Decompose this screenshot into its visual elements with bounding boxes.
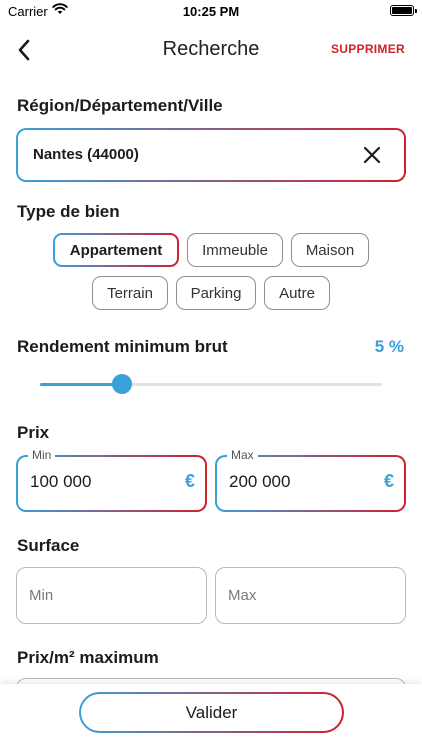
- price-min-legend: Min: [28, 448, 56, 462]
- yield-slider[interactable]: [40, 372, 382, 396]
- price-max-value: 200 000: [229, 472, 291, 491]
- delete-button[interactable]: SUPPRIMER: [331, 42, 405, 56]
- property-type-chip-immeuble[interactable]: Immeuble: [187, 233, 283, 267]
- euro-icon: €: [383, 471, 394, 491]
- price-label: Prix: [17, 423, 50, 442]
- location-label: Région/Département/Ville: [17, 96, 223, 115]
- status-bar: Carrier 10:25 PM: [0, 0, 422, 22]
- property-type-chip-appartement[interactable]: Appartement: [53, 233, 179, 267]
- location-field[interactable]: Nantes (44000): [16, 128, 406, 182]
- slider-track-fill: [40, 383, 122, 386]
- price-max-field[interactable]: Max 200 000 €: [215, 448, 406, 512]
- price-min-value: 100 000: [30, 472, 92, 491]
- property-type-chip-parking[interactable]: Parking: [176, 276, 256, 310]
- bottom-bar: Valider: [0, 684, 422, 750]
- navigation-bar: Recherche SUPPRIMER: [0, 30, 422, 70]
- close-icon[interactable]: [362, 145, 382, 165]
- surface-label: Surface: [17, 536, 80, 555]
- clock: 10:25 PM: [182, 4, 240, 19]
- property-type-label: Type de bien: [17, 202, 120, 221]
- submit-button[interactable]: Valider: [79, 692, 344, 733]
- yield-label: Rendement minimum brut: [17, 337, 228, 356]
- yield-value: 5 %: [374, 337, 404, 356]
- property-type-chip-maison[interactable]: Maison: [291, 233, 369, 267]
- surface-max-placeholder: Max: [228, 587, 257, 604]
- price-max-legend: Max: [227, 448, 258, 462]
- surface-min-placeholder: Min: [29, 587, 54, 604]
- property-type-chip-terrain[interactable]: Terrain: [92, 276, 168, 310]
- location-value: Nantes (44000): [33, 146, 139, 163]
- price-min-field[interactable]: Min 100 000 €: [16, 448, 207, 512]
- price-per-m2-label: Prix/m² maximum: [17, 648, 159, 667]
- property-type-chip-autre[interactable]: Autre: [264, 276, 330, 310]
- slider-thumb[interactable]: [112, 374, 132, 394]
- surface-min-field[interactable]: Min: [16, 567, 207, 624]
- battery-icon: [390, 5, 417, 16]
- euro-icon: €: [184, 471, 195, 491]
- surface-max-field[interactable]: Max: [215, 567, 406, 624]
